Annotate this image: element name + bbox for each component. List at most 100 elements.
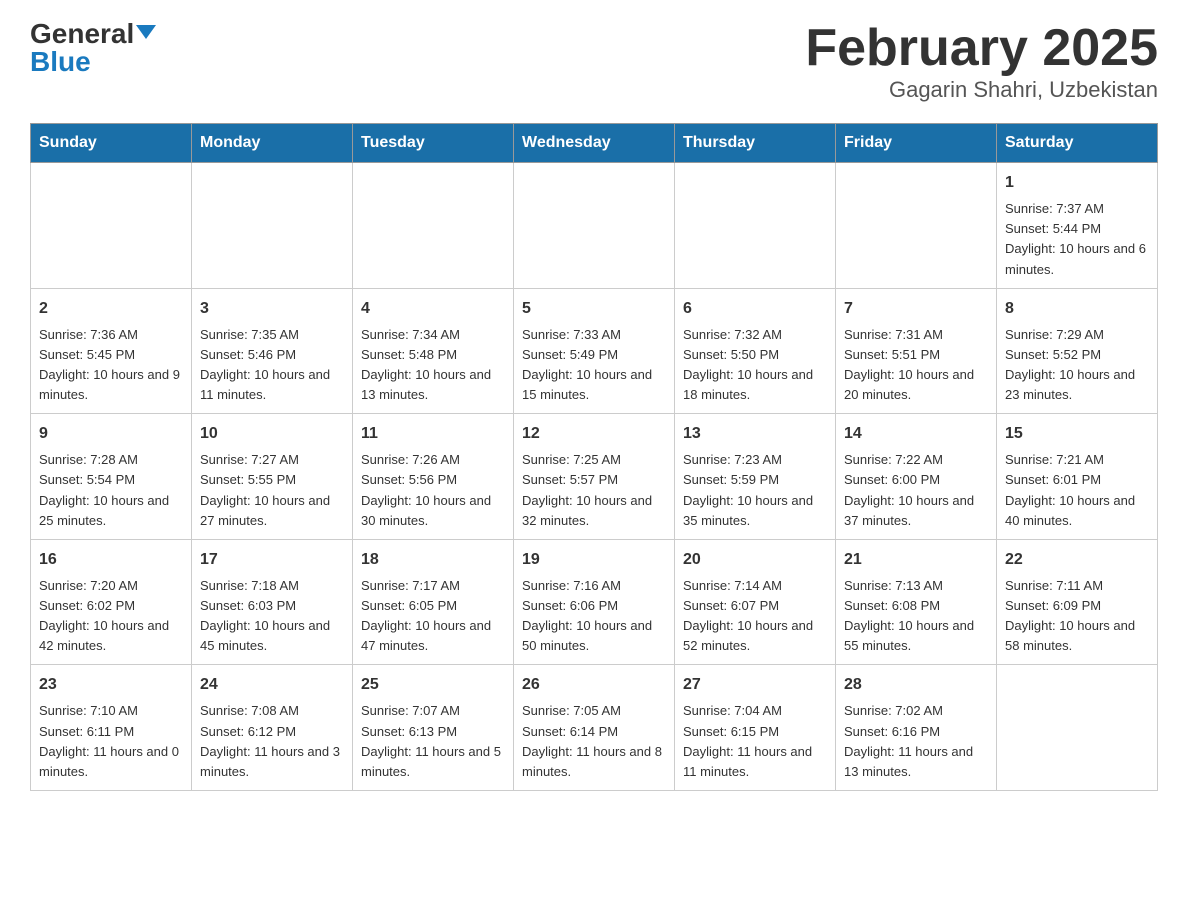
day-number: 11 (361, 422, 505, 446)
day-number: 15 (1005, 422, 1149, 446)
day-number: 12 (522, 422, 666, 446)
day-number: 4 (361, 297, 505, 321)
calendar-day-cell: 15 Sunrise: 7:21 AMSunset: 6:01 PMDayligh… (997, 414, 1158, 540)
calendar-day-cell: 22Sunrise: 7:11 AMSunset: 6:09 PMDayligh… (997, 539, 1158, 665)
day-number: 28 (844, 673, 988, 697)
day-number: 3 (200, 297, 344, 321)
calendar-day-cell: 5 Sunrise: 7:33 AMSunset: 5:49 PMDaylight… (514, 288, 675, 414)
calendar-day-cell: 20 Sunrise: 7:14 AMSunset: 6:07 PMDayligh… (675, 539, 836, 665)
day-info: Sunrise: 7:10 AMSunset: 6:11 PMDaylight:… (39, 701, 183, 782)
page-header: General Blue February 2025 Gagarin Shahr… (30, 20, 1158, 103)
day-info: Sunrise: 7:08 AMSunset: 6:12 PMDaylight:… (200, 701, 344, 782)
calendar-header-friday: Friday (836, 124, 997, 163)
day-number: 8 (1005, 297, 1149, 321)
day-info: Sunrise: 7:31 AMSunset: 5:51 PMDaylight:… (844, 325, 988, 406)
calendar-header-tuesday: Tuesday (353, 124, 514, 163)
calendar-header-row: SundayMondayTuesdayWednesdayThursdayFrid… (31, 124, 1158, 163)
calendar-day-cell: 27 Sunrise: 7:04 AMSunset: 6:15 PMDayligh… (675, 665, 836, 791)
calendar-day-cell: 28 Sunrise: 7:02 AMSunset: 6:16 PMDayligh… (836, 665, 997, 791)
page-title: February 2025 (805, 20, 1158, 77)
day-info: Sunrise: 7:35 AMSunset: 5:46 PMDaylight:… (200, 325, 344, 406)
day-info: Sunrise: 7:14 AMSunset: 6:07 PMDaylight:… (683, 576, 827, 657)
day-info: Sunrise: 7:13 AMSunset: 6:08 PMDaylight:… (844, 576, 988, 657)
calendar-day-cell (514, 163, 675, 289)
day-info: Sunrise: 7:27 AMSunset: 5:55 PMDaylight:… (200, 450, 344, 531)
calendar-week-row: 16 Sunrise: 7:20 AMSunset: 6:02 PMDayligh… (31, 539, 1158, 665)
day-number: 26 (522, 673, 666, 697)
day-info: Sunrise: 7:21 AMSunset: 6:01 PMDaylight:… (1005, 450, 1149, 531)
calendar-day-cell (192, 163, 353, 289)
calendar-header-saturday: Saturday (997, 124, 1158, 163)
day-info: Sunrise: 7:29 AMSunset: 5:52 PMDaylight:… (1005, 325, 1149, 406)
day-info: Sunrise: 7:33 AMSunset: 5:49 PMDaylight:… (522, 325, 666, 406)
day-number: 2 (39, 297, 183, 321)
day-number: 27 (683, 673, 827, 697)
day-number: 16 (39, 548, 183, 572)
logo: General Blue (30, 20, 156, 76)
day-info: Sunrise: 7:25 AMSunset: 5:57 PMDaylight:… (522, 450, 666, 531)
calendar-day-cell: 6 Sunrise: 7:32 AMSunset: 5:50 PMDaylight… (675, 288, 836, 414)
day-info: Sunrise: 7:20 AMSunset: 6:02 PMDaylight:… (39, 576, 183, 657)
calendar-table: SundayMondayTuesdayWednesdayThursdayFrid… (30, 123, 1158, 791)
calendar-day-cell: 21Sunrise: 7:13 AMSunset: 6:08 PMDayligh… (836, 539, 997, 665)
calendar-day-cell: 25 Sunrise: 7:07 AMSunset: 6:13 PMDayligh… (353, 665, 514, 791)
calendar-day-cell (675, 163, 836, 289)
calendar-header-thursday: Thursday (675, 124, 836, 163)
day-info: Sunrise: 7:07 AMSunset: 6:13 PMDaylight:… (361, 701, 505, 782)
calendar-week-row: 2 Sunrise: 7:36 AMSunset: 5:45 PMDaylight… (31, 288, 1158, 414)
day-number: 25 (361, 673, 505, 697)
calendar-day-cell: 12 Sunrise: 7:25 AMSunset: 5:57 PMDayligh… (514, 414, 675, 540)
calendar-day-cell (353, 163, 514, 289)
calendar-day-cell: 17Sunrise: 7:18 AMSunset: 6:03 PMDayligh… (192, 539, 353, 665)
day-number: 13 (683, 422, 827, 446)
logo-blue-text: Blue (30, 48, 91, 76)
day-info: Sunrise: 7:26 AMSunset: 5:56 PMDaylight:… (361, 450, 505, 531)
day-info: Sunrise: 7:11 AMSunset: 6:09 PMDaylight:… (1005, 576, 1149, 657)
day-info: Sunrise: 7:17 AMSunset: 6:05 PMDaylight:… (361, 576, 505, 657)
calendar-day-cell: 13Sunrise: 7:23 AMSunset: 5:59 PMDayligh… (675, 414, 836, 540)
day-info: Sunrise: 7:05 AMSunset: 6:14 PMDaylight:… (522, 701, 666, 782)
calendar-day-cell: 19Sunrise: 7:16 AMSunset: 6:06 PMDayligh… (514, 539, 675, 665)
day-number: 14 (844, 422, 988, 446)
day-number: 6 (683, 297, 827, 321)
calendar-day-cell: 23Sunrise: 7:10 AMSunset: 6:11 PMDayligh… (31, 665, 192, 791)
calendar-week-row: 23Sunrise: 7:10 AMSunset: 6:11 PMDayligh… (31, 665, 1158, 791)
calendar-day-cell: 16 Sunrise: 7:20 AMSunset: 6:02 PMDayligh… (31, 539, 192, 665)
day-info: Sunrise: 7:16 AMSunset: 6:06 PMDaylight:… (522, 576, 666, 657)
calendar-day-cell: 8 Sunrise: 7:29 AMSunset: 5:52 PMDaylight… (997, 288, 1158, 414)
day-number: 1 (1005, 171, 1149, 195)
calendar-day-cell (31, 163, 192, 289)
day-info: Sunrise: 7:28 AMSunset: 5:54 PMDaylight:… (39, 450, 183, 531)
calendar-day-cell (997, 665, 1158, 791)
calendar-header-wednesday: Wednesday (514, 124, 675, 163)
calendar-day-cell: 2 Sunrise: 7:36 AMSunset: 5:45 PMDaylight… (31, 288, 192, 414)
calendar-day-cell: 14 Sunrise: 7:22 AMSunset: 6:00 PMDayligh… (836, 414, 997, 540)
day-info: Sunrise: 7:36 AMSunset: 5:45 PMDaylight:… (39, 325, 183, 406)
calendar-header-monday: Monday (192, 124, 353, 163)
calendar-week-row: 9 Sunrise: 7:28 AMSunset: 5:54 PMDaylight… (31, 414, 1158, 540)
day-number: 7 (844, 297, 988, 321)
calendar-day-cell: 1 Sunrise: 7:37 AMSunset: 5:44 PMDaylight… (997, 163, 1158, 289)
logo-arrow-icon (136, 25, 156, 39)
day-number: 18 (361, 548, 505, 572)
calendar-day-cell: 10 Sunrise: 7:27 AMSunset: 5:55 PMDayligh… (192, 414, 353, 540)
title-block: February 2025 Gagarin Shahri, Uzbekistan (805, 20, 1158, 103)
day-info: Sunrise: 7:32 AMSunset: 5:50 PMDaylight:… (683, 325, 827, 406)
day-number: 20 (683, 548, 827, 572)
day-info: Sunrise: 7:04 AMSunset: 6:15 PMDaylight:… (683, 701, 827, 782)
calendar-day-cell: 26 Sunrise: 7:05 AMSunset: 6:14 PMDayligh… (514, 665, 675, 791)
day-info: Sunrise: 7:02 AMSunset: 6:16 PMDaylight:… (844, 701, 988, 782)
calendar-day-cell: 18 Sunrise: 7:17 AMSunset: 6:05 PMDayligh… (353, 539, 514, 665)
day-number: 17 (200, 548, 344, 572)
day-info: Sunrise: 7:34 AMSunset: 5:48 PMDaylight:… (361, 325, 505, 406)
calendar-day-cell: 4 Sunrise: 7:34 AMSunset: 5:48 PMDaylight… (353, 288, 514, 414)
day-number: 5 (522, 297, 666, 321)
calendar-day-cell: 9 Sunrise: 7:28 AMSunset: 5:54 PMDaylight… (31, 414, 192, 540)
page-subtitle: Gagarin Shahri, Uzbekistan (805, 77, 1158, 103)
calendar-header-sunday: Sunday (31, 124, 192, 163)
calendar-week-row: 1 Sunrise: 7:37 AMSunset: 5:44 PMDaylight… (31, 163, 1158, 289)
day-number: 10 (200, 422, 344, 446)
day-info: Sunrise: 7:22 AMSunset: 6:00 PMDaylight:… (844, 450, 988, 531)
day-number: 9 (39, 422, 183, 446)
day-info: Sunrise: 7:37 AMSunset: 5:44 PMDaylight:… (1005, 199, 1149, 280)
